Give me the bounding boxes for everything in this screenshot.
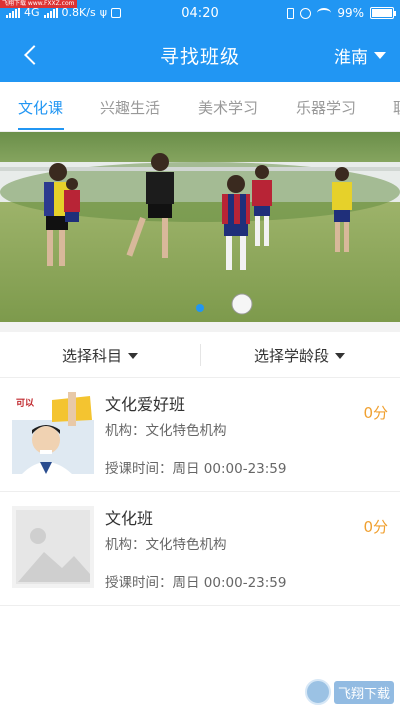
class-org: 机构：文化特色机构 — [105, 537, 227, 553]
filter-divider — [200, 344, 201, 366]
caret-down-icon — [128, 352, 139, 359]
site-watermark: 飞翔下载 — [304, 679, 394, 705]
top-bar: 4G 0.8K/s ψ 04:20 99% 飞翔下载 www.FXXZ.com … — [0, 0, 400, 82]
class-time: 授课时间：周日 00:00-23:59 — [105, 461, 287, 477]
banner-carousel[interactable] — [0, 132, 400, 322]
subject-filter-label: 选择科目 — [62, 347, 123, 365]
filter-bar: 选择科目 选择学龄段 — [0, 332, 400, 378]
carousel-pagination — [0, 304, 400, 312]
class-list: 可以 文化爱好班 机构：文化特色机构 授课时间：周日 00:00-23:59 0… — [0, 378, 400, 606]
caret-down-icon — [374, 52, 386, 59]
nav-bar: 寻找班级 淮南 — [0, 28, 400, 82]
city-selector[interactable]: 淮南 — [334, 43, 386, 68]
class-thumbnail: 可以 — [12, 392, 94, 474]
thumbnail-caption: 可以 — [16, 399, 35, 409]
wifi-icon — [317, 8, 332, 18]
battery-fill — [372, 9, 392, 17]
tab-culture[interactable]: 文化课 — [18, 97, 63, 118]
age-filter[interactable]: 选择学龄段 — [254, 345, 346, 366]
tab-indicator — [18, 128, 64, 130]
class-name: 文化爱好班 — [105, 395, 186, 414]
class-score: 0分 — [363, 518, 388, 536]
class-score: 0分 — [363, 404, 388, 422]
caret-down-icon — [335, 352, 346, 359]
city-label: 淮南 — [334, 48, 368, 68]
watermark-text: 飞翔下载 — [333, 680, 394, 704]
tab-career[interactable]: 职 — [393, 97, 400, 118]
class-item[interactable]: 文化班 机构：文化特色机构 授课时间：周日 00:00-23:59 0分 — [0, 492, 400, 606]
section-gap — [0, 322, 400, 332]
battery-percent: 99% — [337, 6, 364, 20]
vibrate-icon — [287, 7, 295, 19]
carousel-dot-active[interactable] — [196, 304, 204, 312]
class-time: 授课时间：周日 00:00-23:59 — [105, 575, 287, 591]
tab-music[interactable]: 乐器学习 — [296, 97, 356, 118]
category-tabs: 文化课 兴趣生活 美术学习 乐器学习 职 — [0, 82, 400, 132]
class-org: 机构：文化特色机构 — [105, 423, 227, 439]
subject-filter[interactable]: 选择科目 — [62, 345, 139, 366]
tab-art[interactable]: 美术学习 — [198, 97, 258, 118]
alarm-icon — [300, 7, 312, 19]
banner-image — [0, 132, 400, 322]
tab-hobby-life[interactable]: 兴趣生活 — [100, 97, 160, 118]
watermark-logo-icon — [304, 679, 331, 705]
status-right: 99% — [287, 6, 396, 20]
corner-watermark: 飞翔下载 www.FXXZ.com — [0, 0, 77, 8]
class-name: 文化班 — [105, 509, 154, 528]
battery-icon — [370, 7, 396, 19]
class-thumbnail — [12, 506, 94, 588]
age-filter-label: 选择学龄段 — [254, 347, 330, 365]
class-item[interactable]: 可以 文化爱好班 机构：文化特色机构 授课时间：周日 00:00-23:59 0… — [0, 378, 400, 492]
image-placeholder-icon — [12, 506, 94, 588]
